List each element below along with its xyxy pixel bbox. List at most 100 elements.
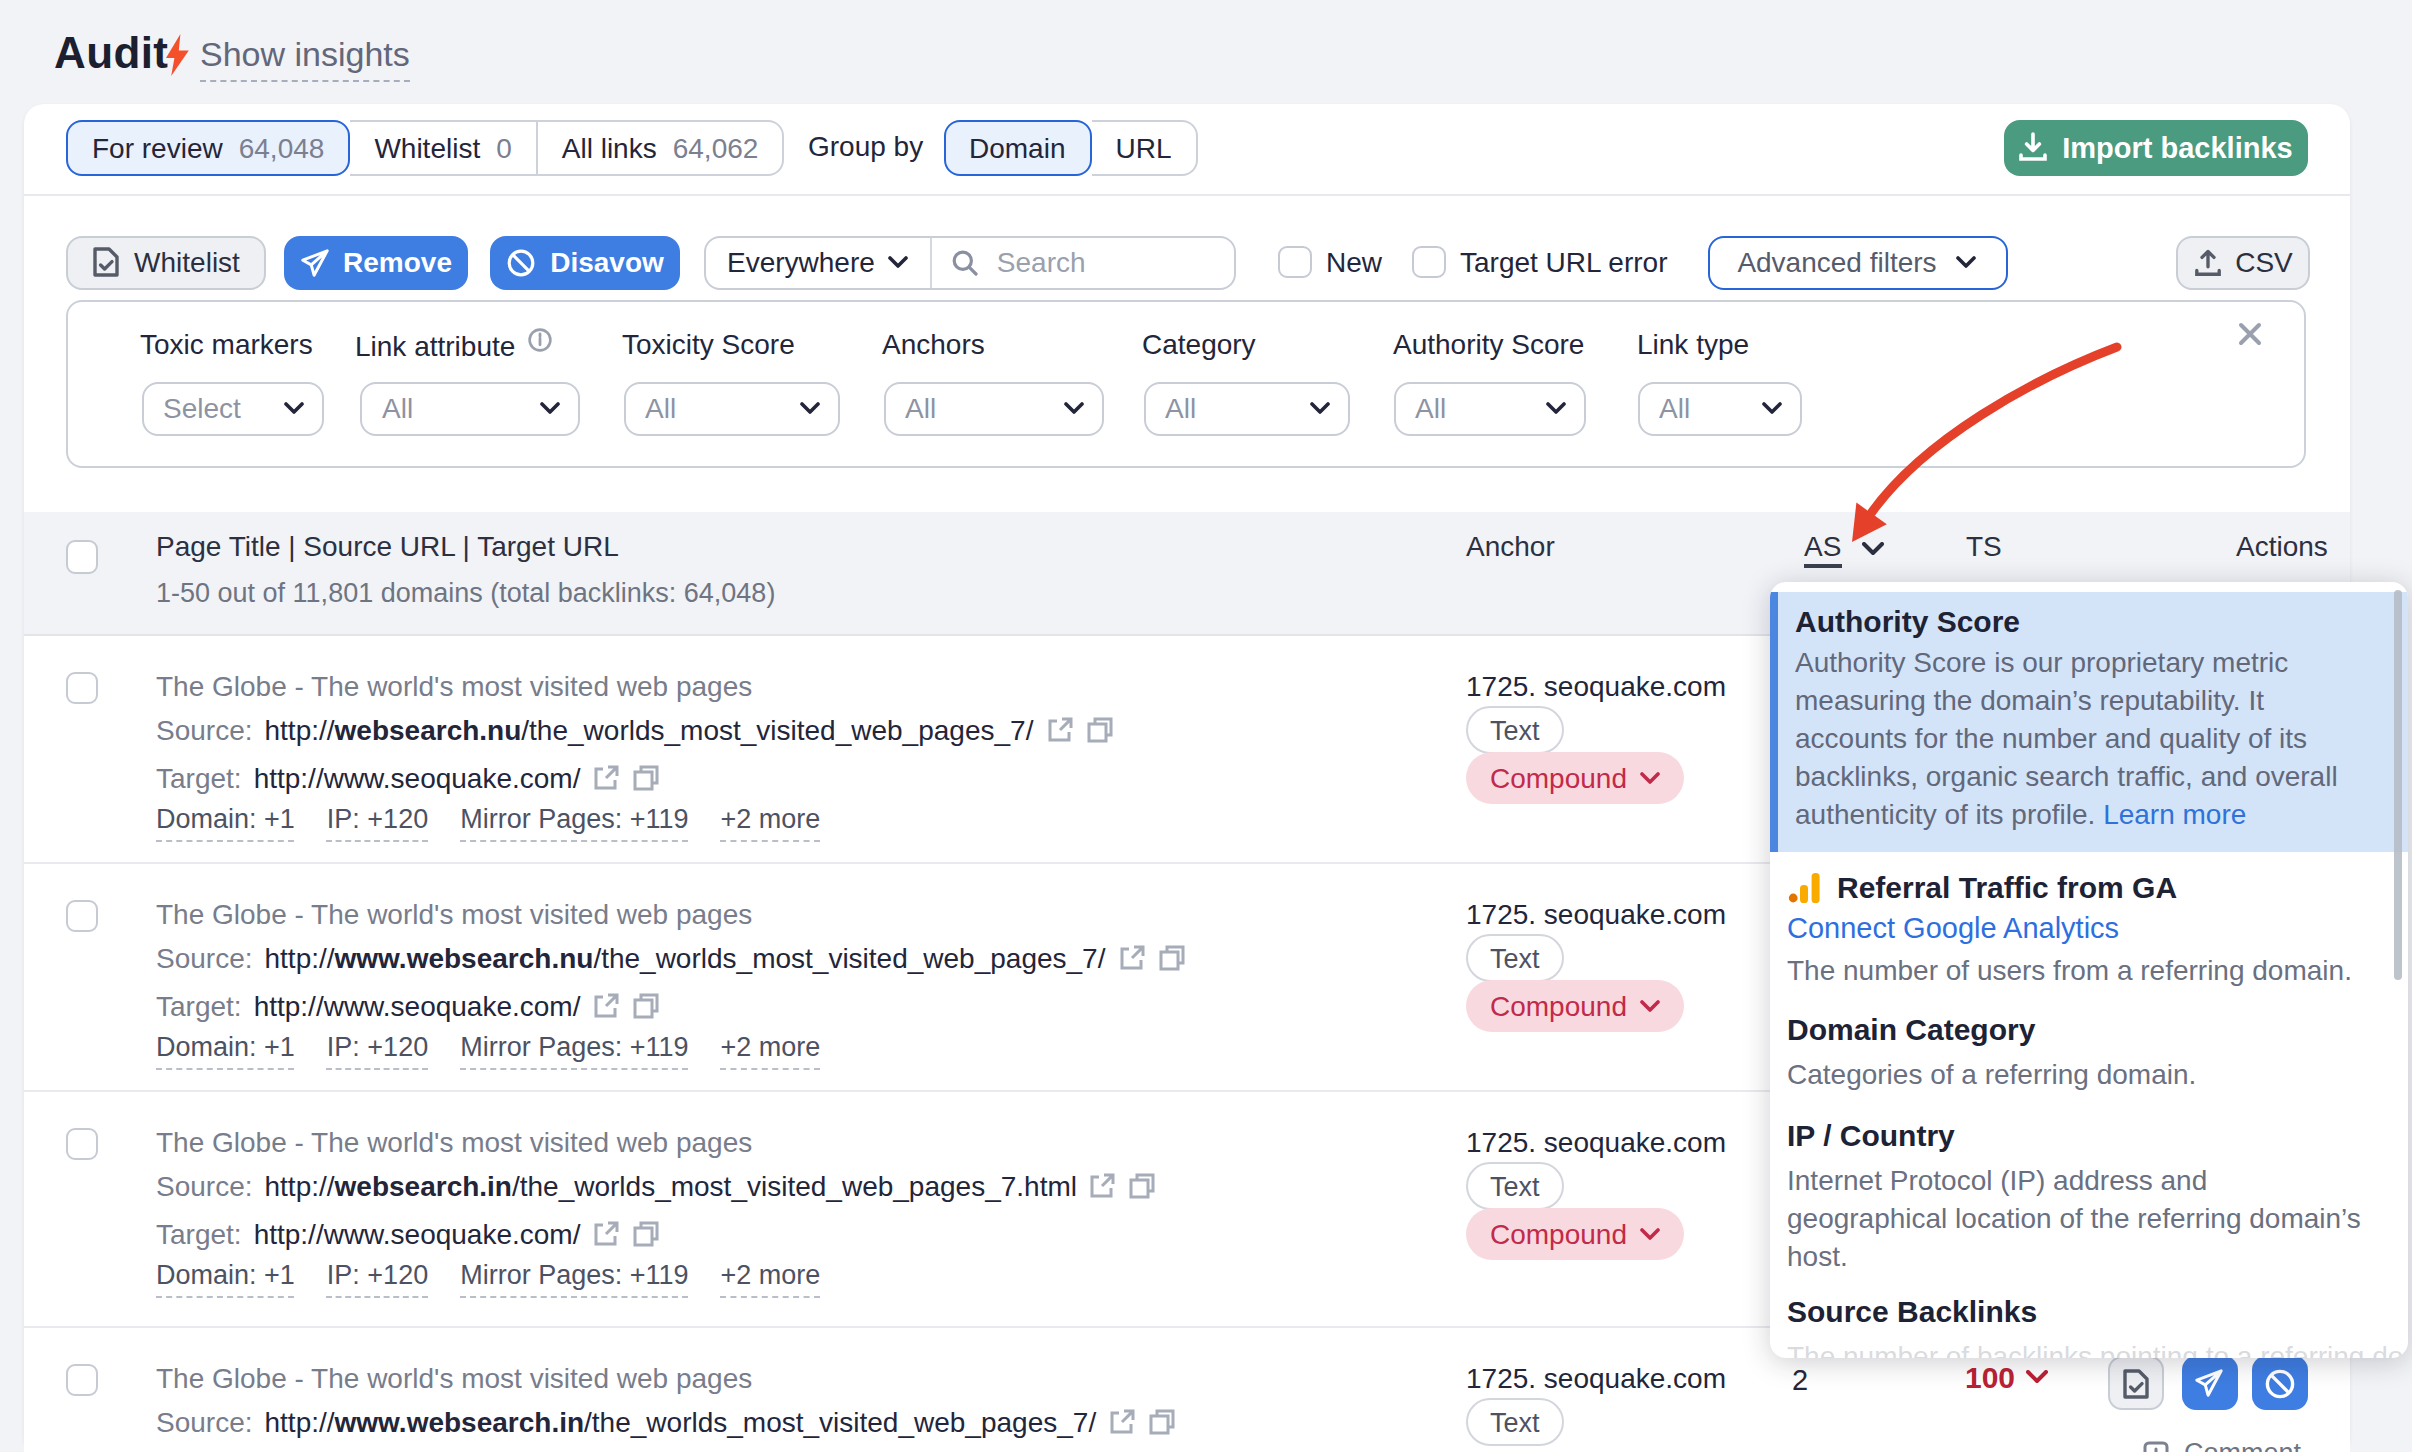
copy-icon[interactable] — [632, 763, 660, 791]
mirror-pages-chip[interactable]: Mirror Pages: +119 — [460, 1260, 688, 1297]
ip-chip[interactable]: IP: +120 — [327, 804, 428, 841]
send-icon — [2195, 1368, 2225, 1398]
toxicity-badge[interactable]: Compound — [1466, 1207, 1683, 1259]
filter-link-type-select[interactable]: All — [1637, 382, 1802, 435]
group-by-domain[interactable]: Domain — [943, 120, 1092, 175]
external-link-icon[interactable] — [592, 763, 620, 791]
group-by-label: Group by — [808, 120, 923, 175]
row-disavow-button[interactable] — [2252, 1356, 2307, 1410]
ts-value[interactable]: 100 — [1965, 1360, 2047, 1394]
more-chip[interactable]: +2 more — [721, 1260, 821, 1297]
external-link-icon[interactable] — [1089, 1172, 1117, 1200]
target-url[interactable]: http://www.seoquake.com/ — [254, 761, 581, 793]
column-ts-header[interactable]: TS — [1966, 530, 2002, 562]
filter-link-attribute-select[interactable]: All — [360, 382, 580, 435]
import-backlinks-button[interactable]: Import backlinks — [2003, 119, 2308, 176]
ip-chip[interactable]: IP: +120 — [327, 1032, 428, 1069]
mirror-pages-chip[interactable]: Mirror Pages: +119 — [460, 804, 688, 841]
connect-ga-link[interactable]: Connect Google Analytics — [1787, 912, 2367, 944]
toxicity-badge[interactable]: Compound — [1466, 751, 1683, 803]
search-scope-value: Everywhere — [727, 246, 875, 278]
external-link-icon[interactable] — [1045, 716, 1073, 744]
filter-authority-score-label: Authority Score — [1393, 328, 1584, 360]
send-icon — [299, 247, 329, 277]
new-checkbox-label[interactable]: New — [1326, 235, 1382, 289]
target-url-error-checkbox[interactable] — [1412, 245, 1445, 278]
search-field[interactable] — [933, 244, 1234, 280]
domain-chip[interactable]: Domain: +1 — [156, 804, 295, 841]
external-link-icon[interactable] — [592, 1219, 620, 1247]
search-scope-select[interactable]: Everywhere — [705, 237, 933, 287]
close-filters-icon[interactable] — [2238, 322, 2262, 346]
remove-button[interactable]: Remove — [284, 235, 467, 289]
filter-category-label: Category — [1142, 328, 1256, 360]
target-label: Target: — [156, 761, 242, 793]
copy-icon[interactable] — [1085, 716, 1113, 744]
disavow-button[interactable]: Disavow — [490, 235, 680, 289]
tab-whitelist[interactable]: Whitelist 0 — [350, 120, 537, 175]
source-label: Source: — [156, 714, 253, 746]
copy-icon[interactable] — [1148, 1408, 1176, 1436]
external-link-icon[interactable] — [592, 991, 620, 1019]
source-url[interactable]: http://websearch.in/the_worlds_most_visi… — [265, 1170, 1077, 1202]
export-csv-button[interactable]: CSV — [2176, 235, 2310, 289]
filter-anchors-select[interactable]: All — [883, 382, 1103, 435]
row-checkbox[interactable] — [65, 899, 98, 932]
more-chip[interactable]: +2 more — [721, 804, 821, 841]
domain-chip[interactable]: Domain: +1 — [156, 1032, 295, 1069]
whitelist-button[interactable]: Whitelist — [66, 235, 266, 289]
more-chip[interactable]: +2 more — [721, 1032, 821, 1069]
tab-for-review[interactable]: For review 64,048 — [66, 120, 350, 175]
group-by-url-label: URL — [1116, 132, 1172, 164]
target-url[interactable]: http://www.seoquake.com/ — [254, 989, 581, 1021]
add-comment-button[interactable]: Comment — [2142, 1438, 2301, 1452]
anchor-text: 1725. seoquake.com — [1466, 1126, 1726, 1158]
copy-icon[interactable] — [632, 991, 660, 1019]
target-url-error-label[interactable]: Target URL error — [1460, 235, 1668, 289]
column-anchor-header[interactable]: Anchor — [1466, 530, 1555, 562]
copy-icon[interactable] — [1157, 944, 1185, 972]
column-main-header[interactable]: Page Title | Source URL | Target URL — [156, 530, 619, 562]
row-checkbox[interactable] — [65, 671, 98, 704]
anchor-text: 1725. seoquake.com — [1466, 898, 1726, 930]
domain-category-section: Domain Category Categories of a referrin… — [1787, 1012, 2367, 1094]
tab-all-links-count: 64,062 — [673, 132, 759, 164]
filter-category-value: All — [1165, 393, 1196, 425]
search-icon — [953, 249, 979, 275]
select-all-checkbox[interactable] — [65, 540, 98, 573]
row-checkbox[interactable] — [65, 1363, 98, 1396]
new-checkbox[interactable] — [1278, 245, 1311, 278]
external-link-icon[interactable] — [1117, 944, 1145, 972]
source-url[interactable]: http://websearch.nu/the_worlds_most_visi… — [265, 714, 1034, 746]
advanced-filters-button[interactable]: Advanced filters — [1707, 235, 2007, 289]
search-input[interactable] — [993, 244, 1213, 280]
copy-icon[interactable] — [1129, 1172, 1157, 1200]
tab-all-links[interactable]: All links 64,062 — [538, 120, 785, 175]
ip-chip[interactable]: IP: +120 — [327, 1260, 428, 1297]
copy-icon[interactable] — [632, 1219, 660, 1247]
filter-toxic-markers-select[interactable]: Select — [141, 382, 323, 435]
target-url[interactable]: http://www.seoquake.com/ — [254, 1217, 581, 1249]
group-by-url[interactable]: URL — [1092, 120, 1198, 175]
row-whitelist-button[interactable] — [2108, 1356, 2163, 1410]
toxicity-badge[interactable]: Compound — [1466, 979, 1683, 1031]
tooltip-scrollbar[interactable] — [2393, 590, 2402, 980]
chevron-down-icon — [1762, 403, 1782, 415]
column-as-header[interactable]: AS — [1804, 530, 1883, 562]
source-url[interactable]: http://www.websearch.nu/the_worlds_most_… — [265, 942, 1106, 974]
row-page-title: The Globe - The world's most visited web… — [156, 670, 752, 702]
external-link-icon[interactable] — [1108, 1408, 1136, 1436]
tab-all-links-label: All links — [562, 132, 657, 164]
mirror-pages-chip[interactable]: Mirror Pages: +119 — [460, 1032, 688, 1069]
filter-toxicity-score-select[interactable]: All — [623, 382, 839, 435]
domain-chip[interactable]: Domain: +1 — [156, 1260, 295, 1297]
row-remove-button[interactable] — [2182, 1356, 2237, 1410]
anchor-text: 1725. seoquake.com — [1466, 1362, 1726, 1394]
learn-more-link[interactable]: Learn more — [2103, 798, 2246, 830]
row-checkbox[interactable] — [65, 1127, 98, 1160]
source-url[interactable]: http://www.websearch.in/the_worlds_most_… — [265, 1406, 1097, 1438]
show-insights-link[interactable]: Show insights — [200, 36, 410, 82]
filter-authority-score-select[interactable]: All — [1393, 382, 1586, 435]
filter-category-select[interactable]: All — [1143, 382, 1349, 435]
target-label: Target: — [156, 989, 242, 1021]
